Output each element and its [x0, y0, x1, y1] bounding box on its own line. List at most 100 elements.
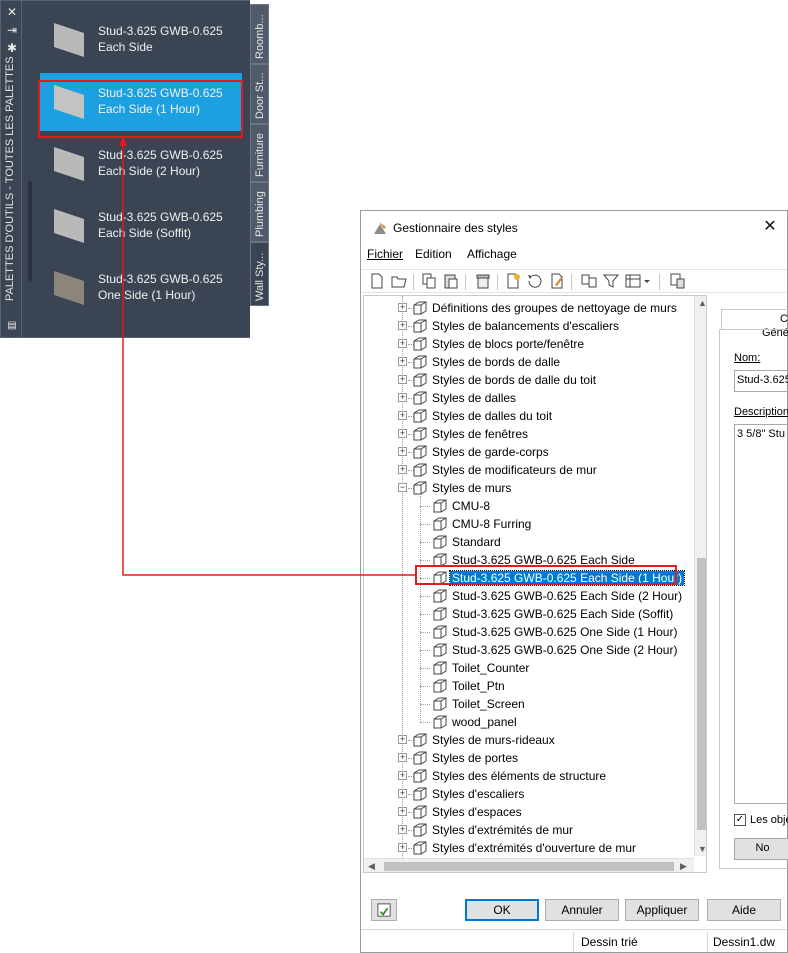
- palette-menu-icon[interactable]: ▤: [5, 319, 19, 333]
- tree-category[interactable]: + Styles de portes: [364, 749, 692, 767]
- description-field[interactable]: 3 5/8" Stu: [734, 424, 788, 804]
- name-field[interactable]: Stud-3.625: [734, 370, 788, 392]
- tool-label-line1: Stud-3.625 GWB-0.625: [98, 24, 223, 38]
- tree-category[interactable]: + Styles de modificateurs de mur: [364, 461, 692, 479]
- expand-icon[interactable]: +: [398, 465, 407, 474]
- collapse-icon[interactable]: −: [398, 483, 407, 492]
- scroll-left-icon[interactable]: ◀: [368, 861, 375, 872]
- palette-tool-item[interactable]: Stud-3.625 GWB-0.625 One Side (1 Hour): [40, 259, 242, 317]
- tree-category[interactable]: + Styles de bords de dalle du toit: [364, 371, 692, 389]
- tree-category[interactable]: + Styles de blocs porte/fenêtre: [364, 335, 692, 353]
- door-window-assembly-icon: [412, 336, 428, 352]
- tree-category[interactable]: + Styles d'extrémités de mur: [364, 821, 692, 839]
- scroll-right-icon[interactable]: ▶: [680, 861, 687, 872]
- tree-item[interactable]: CMU-8 Furring: [364, 515, 692, 533]
- copy-icon[interactable]: [421, 273, 437, 289]
- new-drawing-icon[interactable]: [369, 273, 385, 289]
- drawing-view-icon[interactable]: [581, 273, 597, 289]
- expand-icon[interactable]: +: [398, 357, 407, 366]
- menu-edition[interactable]: Edition: [415, 247, 452, 261]
- tree-category[interactable]: + Styles de murs-rideaux: [364, 731, 692, 749]
- tree-vertical-scrollbar[interactable]: ▲ ▼: [694, 296, 706, 856]
- palette-tool-item[interactable]: Stud-3.625 GWB-0.625 Each Side: [40, 11, 242, 69]
- tree-category[interactable]: + Styles de fenêtres: [364, 425, 692, 443]
- tab-plumbing[interactable]: Plumbing: [250, 182, 269, 242]
- tab-general[interactable]: C Géné: [721, 309, 788, 339]
- tree-item[interactable]: Stud-3.625 GWB-0.625 One Side (1 Hour): [364, 623, 692, 641]
- tree-item[interactable]: Toilet_Screen: [364, 695, 692, 713]
- apply-button[interactable]: Appliquer: [625, 899, 699, 921]
- open-drawing-icon[interactable]: [391, 273, 407, 289]
- scroll-thumb[interactable]: [384, 862, 674, 871]
- wall-tool-icon: [54, 271, 84, 305]
- expand-icon[interactable]: +: [398, 321, 407, 330]
- expand-icon[interactable]: +: [398, 303, 407, 312]
- close-icon[interactable]: ✕: [5, 5, 19, 19]
- purge-icon[interactable]: [475, 273, 491, 289]
- cancel-button[interactable]: Annuler: [545, 899, 619, 921]
- expand-icon[interactable]: +: [398, 375, 407, 384]
- expand-icon[interactable]: +: [398, 807, 407, 816]
- palette-scrollbar[interactable]: [28, 181, 32, 281]
- view-dropdown-icon[interactable]: [625, 273, 653, 289]
- expand-icon[interactable]: +: [398, 429, 407, 438]
- paste-icon[interactable]: [443, 273, 459, 289]
- tab-room[interactable]: Roomb...: [250, 4, 269, 64]
- notes-button[interactable]: No: [734, 838, 788, 860]
- tree-category[interactable]: + Styles d'escaliers: [364, 785, 692, 803]
- properties-icon[interactable]: ✱: [5, 41, 19, 55]
- tree-item[interactable]: CMU-8: [364, 497, 692, 515]
- tab-door[interactable]: Door St...: [250, 64, 269, 124]
- expand-icon[interactable]: +: [398, 411, 407, 420]
- tree-category[interactable]: + Styles de garde-corps: [364, 443, 692, 461]
- tree-item[interactable]: Toilet_Ptn: [364, 677, 692, 695]
- tree-item[interactable]: Toilet_Counter: [364, 659, 692, 677]
- tree-category[interactable]: − Styles de murs: [364, 479, 692, 497]
- expand-icon[interactable]: +: [398, 771, 407, 780]
- set-from-icon[interactable]: [527, 273, 543, 289]
- ok-button[interactable]: OK: [465, 899, 539, 921]
- tree-category[interactable]: + Styles de bords de dalle: [364, 353, 692, 371]
- scroll-down-icon[interactable]: ▼: [698, 844, 706, 854]
- tree-category[interactable]: + Styles d'extrémités d'ouverture de mur: [364, 839, 692, 857]
- tree-category[interactable]: + Styles de dalles du toit: [364, 407, 692, 425]
- new-style-icon[interactable]: [505, 273, 521, 289]
- tree-item[interactable]: Stud-3.625 GWB-0.625 Each Side (Soffit): [364, 605, 692, 623]
- tab-furniture[interactable]: Furniture: [250, 124, 269, 182]
- tree-category[interactable]: + Styles de balancements d'escaliers: [364, 317, 692, 335]
- expand-icon[interactable]: +: [398, 393, 407, 402]
- expand-icon[interactable]: +: [398, 789, 407, 798]
- scroll-thumb[interactable]: [697, 558, 706, 830]
- palette-tool-item[interactable]: Stud-3.625 GWB-0.625 Each Side (2 Hour): [40, 135, 242, 193]
- tree-category[interactable]: + Styles des éléments de structure: [364, 767, 692, 785]
- tree-horizontal-scrollbar[interactable]: ◀ ▶: [364, 858, 694, 872]
- expand-icon[interactable]: +: [398, 753, 407, 762]
- expand-icon[interactable]: +: [398, 447, 407, 456]
- scroll-up-icon[interactable]: ▲: [698, 298, 706, 308]
- edit-style-icon[interactable]: [549, 273, 565, 289]
- window-title: Gestionnaire des styles: [393, 221, 518, 235]
- expand-icon[interactable]: +: [398, 339, 407, 348]
- tree-item[interactable]: wood_panel: [364, 713, 692, 731]
- checkbox[interactable]: ✓: [734, 814, 746, 826]
- roof-slab-icon: [412, 408, 428, 424]
- expand-icon[interactable]: +: [398, 735, 407, 744]
- palette-tool-item[interactable]: Stud-3.625 GWB-0.625 Each Side (Soffit): [40, 197, 242, 255]
- menu-fichier[interactable]: Fichier: [367, 247, 403, 261]
- tree-item[interactable]: Stud-3.625 GWB-0.625 Each Side (2 Hour): [364, 587, 692, 605]
- tab-wall-styles[interactable]: Wall Sty...: [250, 242, 269, 306]
- toggle-view-icon[interactable]: [669, 273, 685, 289]
- tree-category[interactable]: + Styles de dalles: [364, 389, 692, 407]
- tree-category[interactable]: + Définitions des groupes de nettoyage de…: [364, 299, 692, 317]
- tree-category[interactable]: + Styles d'espaces: [364, 803, 692, 821]
- drawing-tool-button[interactable]: [371, 899, 397, 921]
- filter-icon[interactable]: [602, 273, 620, 289]
- autohide-icon[interactable]: ⇥: [5, 23, 19, 37]
- tree-item[interactable]: Stud-3.625 GWB-0.625 One Side (2 Hour): [364, 641, 692, 659]
- expand-icon[interactable]: +: [398, 843, 407, 852]
- tree-item[interactable]: Standard: [364, 533, 692, 551]
- close-icon[interactable]: ✕: [761, 216, 779, 236]
- expand-icon[interactable]: +: [398, 825, 407, 834]
- help-button[interactable]: Aide: [707, 899, 781, 921]
- menu-affichage[interactable]: Affichage: [467, 247, 517, 261]
